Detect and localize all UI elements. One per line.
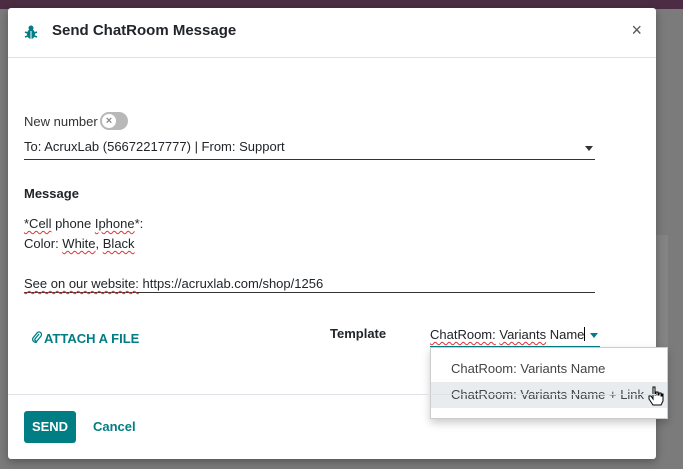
attach-file-label: ATTACH A FILE	[44, 331, 140, 346]
text-cursor	[584, 327, 586, 341]
dialog-title: Send ChatRoom Message	[52, 22, 237, 39]
template-label: Template	[330, 326, 387, 341]
to-select[interactable]: To: AcruxLab (56672217777) | From: Suppo…	[24, 139, 595, 160]
close-icon[interactable]: ×	[631, 20, 642, 40]
chevron-down-icon	[590, 333, 598, 338]
template-select-value: ChatRoom: Variants Name	[430, 327, 585, 342]
message-line: See on our website: https://acruxlab.com…	[24, 274, 595, 294]
paperclip-icon	[32, 331, 43, 346]
message-line: *Cell phone Iphone*:	[24, 214, 595, 234]
background-panel	[656, 235, 668, 365]
message-line-text	[24, 256, 28, 271]
chevron-down-icon	[585, 146, 593, 151]
message-line-text: Color: White, Black	[24, 236, 135, 251]
attach-file-button[interactable]: ATTACH A FILE	[32, 331, 139, 346]
dialog-footer: SEND Cancel	[8, 394, 656, 459]
dropdown-option-label: ChatRoom: Variants Name	[451, 361, 606, 376]
message-label: Message	[24, 186, 79, 201]
message-line: Color: White, Black	[24, 234, 595, 254]
template-select[interactable]: ChatRoom: Variants Name	[430, 326, 600, 347]
message-line-text: See on our website: https://acruxlab.com…	[24, 276, 324, 291]
message-line-text: *Cell phone Iphone*:	[24, 216, 144, 231]
cancel-button[interactable]: Cancel	[93, 419, 136, 434]
new-number-toggle[interactable]: ×	[100, 112, 128, 130]
send-message-dialog: Send ChatRoom Message × New number × To:…	[8, 8, 668, 459]
bug-icon	[24, 25, 38, 39]
dialog-header: Send ChatRoom Message ×	[8, 8, 656, 58]
message-line	[24, 254, 595, 274]
new-number-label: New number	[24, 114, 98, 129]
toggle-off-icon: ×	[102, 114, 116, 128]
message-textarea[interactable]: *Cell phone Iphone*: Color: White, Black…	[24, 214, 595, 293]
dropdown-option[interactable]: ChatRoom: Variants Name	[431, 356, 667, 382]
to-select-value: To: AcruxLab (56672217777) | From: Suppo…	[24, 139, 285, 154]
send-button[interactable]: SEND	[24, 411, 76, 443]
